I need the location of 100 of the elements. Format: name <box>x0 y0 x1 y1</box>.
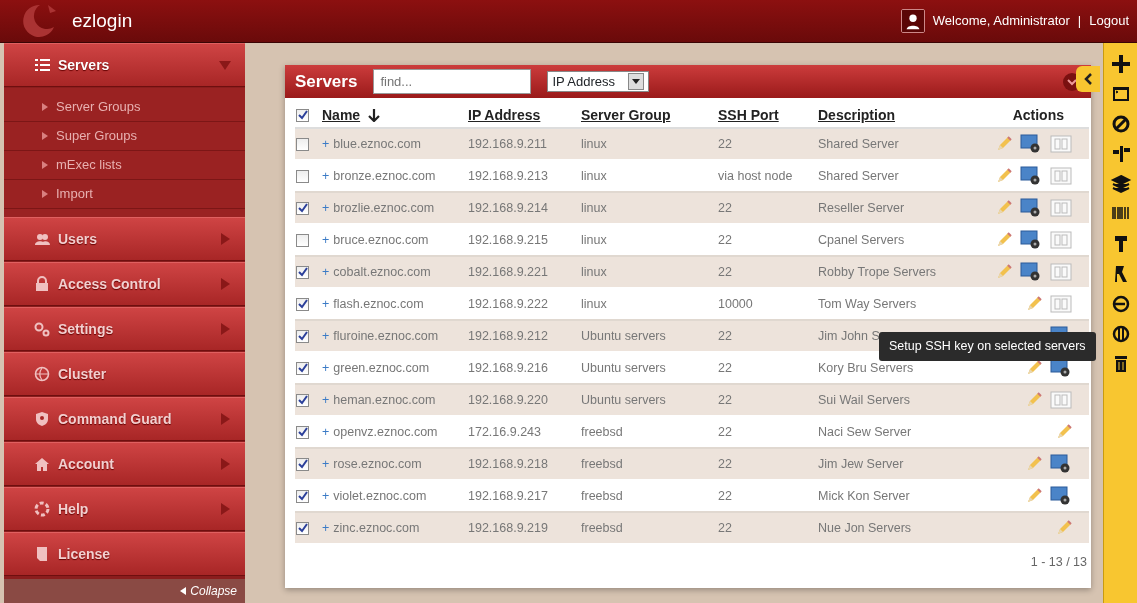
sidebar-item[interactable]: License <box>4 532 245 576</box>
ssh-port: 22 <box>718 360 732 375</box>
expand-button[interactable]: + <box>322 262 330 282</box>
toolbar-toggle-button[interactable] <box>1076 66 1100 92</box>
monitor-gear-icon[interactable] <box>1020 262 1042 282</box>
ssh-port: 22 <box>718 424 732 439</box>
search-field[interactable]: find... <box>373 69 532 94</box>
server-name: cobalt.eznoc.com <box>333 263 431 281</box>
expand-button[interactable]: + <box>322 518 330 538</box>
bullet-icon <box>42 132 48 140</box>
ip-address: 192.168.9.217 <box>468 488 548 503</box>
app-title: ezlogin <box>72 8 133 33</box>
server-name: bruce.eznoc.com <box>333 231 429 249</box>
submenu-item[interactable]: Server Groups <box>4 93 245 122</box>
ssh-port: 22 <box>718 136 732 151</box>
checkbox[interactable] <box>296 393 309 407</box>
ssh-port: 22 <box>718 456 732 471</box>
sidebar-item[interactable]: Account <box>4 442 245 486</box>
checkbox[interactable] <box>296 233 309 247</box>
ip-address: 192.168.9.215 <box>468 232 548 247</box>
expand-button[interactable]: + <box>322 390 330 410</box>
expand-button[interactable]: + <box>322 198 330 218</box>
server-name: fluroine.eznoc.com <box>333 327 439 345</box>
server-group: freebsd <box>581 424 623 439</box>
ip-address: 192.168.9.219 <box>468 520 548 535</box>
bullet-icon <box>42 190 48 198</box>
ssh-port: 10000 <box>718 296 753 311</box>
column-header[interactable]: Server Group <box>581 105 671 126</box>
sidebar-item[interactable]: Access Control <box>4 262 245 306</box>
collapse-button[interactable]: Collapse <box>4 579 245 603</box>
description: Jim John S <box>818 328 880 343</box>
sidebar-item[interactable]: Users <box>4 217 245 261</box>
monitor-gear-icon[interactable] <box>1050 486 1072 506</box>
description: Jim Jew Server <box>818 456 904 471</box>
checkbox[interactable] <box>296 361 309 375</box>
checkbox[interactable] <box>296 297 309 311</box>
chevron-left-icon <box>1083 72 1093 86</box>
expand-button[interactable]: + <box>322 422 330 442</box>
ip-address: 192.168.9.213 <box>468 168 548 183</box>
server-group: Ubuntu servers <box>581 360 666 375</box>
server-group: linux <box>581 200 607 215</box>
expand-button[interactable]: + <box>322 166 330 186</box>
expand-button[interactable]: + <box>322 454 330 474</box>
submenu-item[interactable]: mExec lists <box>4 151 245 180</box>
ssh-port: 22 <box>718 232 732 247</box>
sidebar-item[interactable]: Help <box>4 487 245 531</box>
checkbox[interactable] <box>296 521 309 535</box>
monitor-gear-icon[interactable] <box>1020 166 1042 186</box>
caret-right-icon <box>219 413 231 425</box>
description: Shared Server <box>818 168 899 183</box>
checkbox[interactable] <box>296 169 309 183</box>
submenu-item[interactable]: Import <box>4 180 245 209</box>
submenu-item[interactable]: Super Groups <box>4 122 245 151</box>
expand-button[interactable]: + <box>322 326 330 346</box>
column-header[interactable]: IP Address <box>468 105 541 126</box>
expand-button[interactable]: + <box>322 358 330 378</box>
sidebar-item[interactable]: Command Guard <box>4 397 245 441</box>
monitor-gear-icon[interactable] <box>1050 454 1072 474</box>
checkbox[interactable] <box>296 109 309 122</box>
users-icon <box>34 231 50 247</box>
welcome-text: Welcome, Administrator <box>932 12 1070 31</box>
server-name: heman.eznoc.com <box>333 391 436 409</box>
monitor-gear-icon[interactable] <box>1020 198 1042 218</box>
ip-address: 192.168.9.214 <box>468 200 548 215</box>
ip-address: 192.168.9.216 <box>468 360 548 375</box>
monitor-gear-icon[interactable] <box>1020 134 1042 154</box>
checkbox[interactable] <box>296 137 309 151</box>
expand-button[interactable]: + <box>322 134 330 154</box>
checkbox[interactable] <box>296 329 309 343</box>
sidebar-item[interactable]: Servers <box>4 43 245 87</box>
expand-button[interactable]: + <box>322 230 330 250</box>
document-icon <box>34 546 50 562</box>
server-group: linux <box>581 264 607 279</box>
pagination-text: 1 - 13 / 13 <box>1030 554 1087 571</box>
column-header: Actions <box>1012 106 1064 125</box>
ssh-port: 22 <box>718 392 732 407</box>
expand-button[interactable]: + <box>322 294 330 314</box>
sidebar-item[interactable]: Cluster <box>4 352 245 396</box>
description: Robby Trope Servers <box>818 264 937 279</box>
ip-address: 192.168.9.212 <box>468 328 548 343</box>
server-name: flash.eznoc.com <box>333 295 424 313</box>
ip-address: 192.168.9.220 <box>468 392 548 407</box>
sidebar-item[interactable]: Settings <box>4 307 245 351</box>
checkbox[interactable] <box>296 489 309 503</box>
description: Kory Bru Servers <box>818 360 914 375</box>
column-header[interactable]: Name <box>322 105 361 126</box>
filter-dropdown[interactable]: IP Address <box>547 71 650 92</box>
column-header[interactable]: SSH Port <box>718 105 779 126</box>
expand-button[interactable]: + <box>322 486 330 506</box>
checkbox[interactable] <box>296 425 309 439</box>
column-header[interactable]: Description <box>818 105 895 126</box>
ssh-port: 22 <box>718 200 732 215</box>
checkbox[interactable] <box>296 265 309 279</box>
caret-right-icon <box>219 278 231 290</box>
checkbox[interactable] <box>296 201 309 215</box>
description: Mick Kon Server <box>818 488 910 503</box>
logout-link[interactable]: Logout <box>1089 11 1129 31</box>
monitor-gear-icon[interactable] <box>1020 230 1042 250</box>
checkbox[interactable] <box>296 457 309 471</box>
description: Tom Way Servers <box>818 296 917 311</box>
